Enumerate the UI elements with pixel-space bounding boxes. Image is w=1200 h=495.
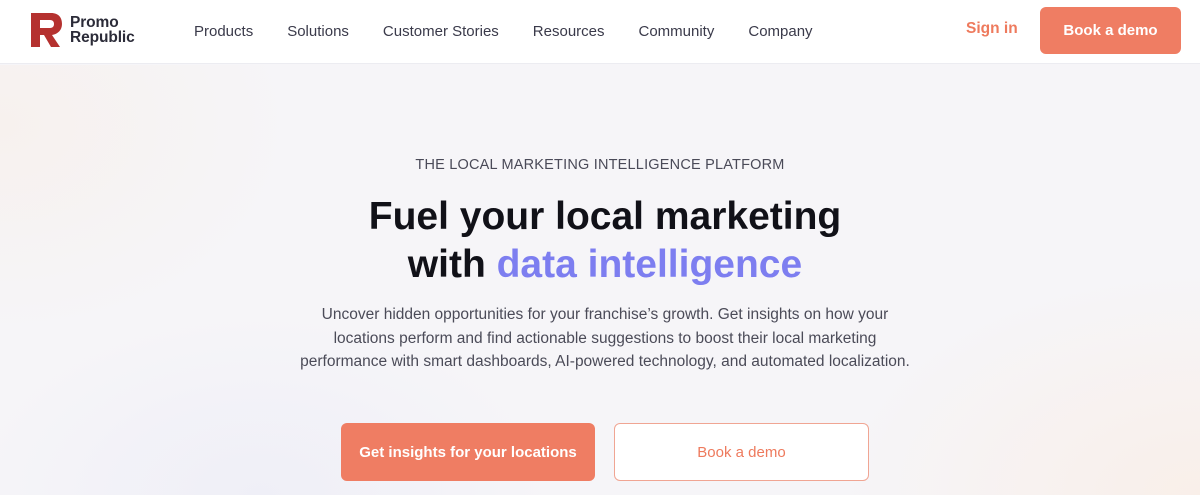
nav-item-company[interactable]: Company [748, 23, 812, 40]
book-demo-hero-button[interactable]: Book a demo [614, 423, 869, 481]
hero-section: THE LOCAL MARKETING INTELLIGENCE PLATFOR… [0, 65, 1200, 495]
logo-line-1: Promo [70, 14, 119, 31]
site-header: Promo Republic Products Solutions Custom… [0, 0, 1200, 64]
headline-line-2: with data intelligence [0, 241, 1200, 289]
promorepublic-logo[interactable]: Promo Republic [29, 10, 135, 50]
nav-item-products[interactable]: Products [194, 23, 253, 40]
hero-description: Uncover hidden opportunities for your fr… [300, 306, 910, 370]
hero-headline: Fuel your local marketing with data inte… [0, 193, 1200, 289]
nav-item-solutions[interactable]: Solutions [287, 23, 349, 40]
headline-line-1: Fuel your local marketing [368, 195, 842, 238]
nav-item-community[interactable]: Community [639, 23, 715, 40]
logo-line-2: Republic [70, 29, 135, 46]
hero-eyebrow: THE LOCAL MARKETING INTELLIGENCE PLATFOR… [415, 157, 785, 173]
headline-accent: data intelligence [496, 243, 803, 286]
nav-item-resources[interactable]: Resources [533, 23, 605, 40]
nav-item-customer-stories[interactable]: Customer Stories [383, 23, 499, 40]
promorepublic-logo-icon [31, 13, 62, 47]
logo-wordmark: Promo Republic [70, 14, 135, 46]
main-nav: Products Solutions Customer Stories Reso… [194, 0, 847, 62]
get-insights-button[interactable]: Get insights for your locations [341, 423, 595, 481]
book-demo-header-button[interactable]: Book a demo [1040, 7, 1181, 54]
sign-in-link[interactable]: Sign in [966, 20, 1018, 38]
headline-prefix: with [407, 243, 497, 286]
